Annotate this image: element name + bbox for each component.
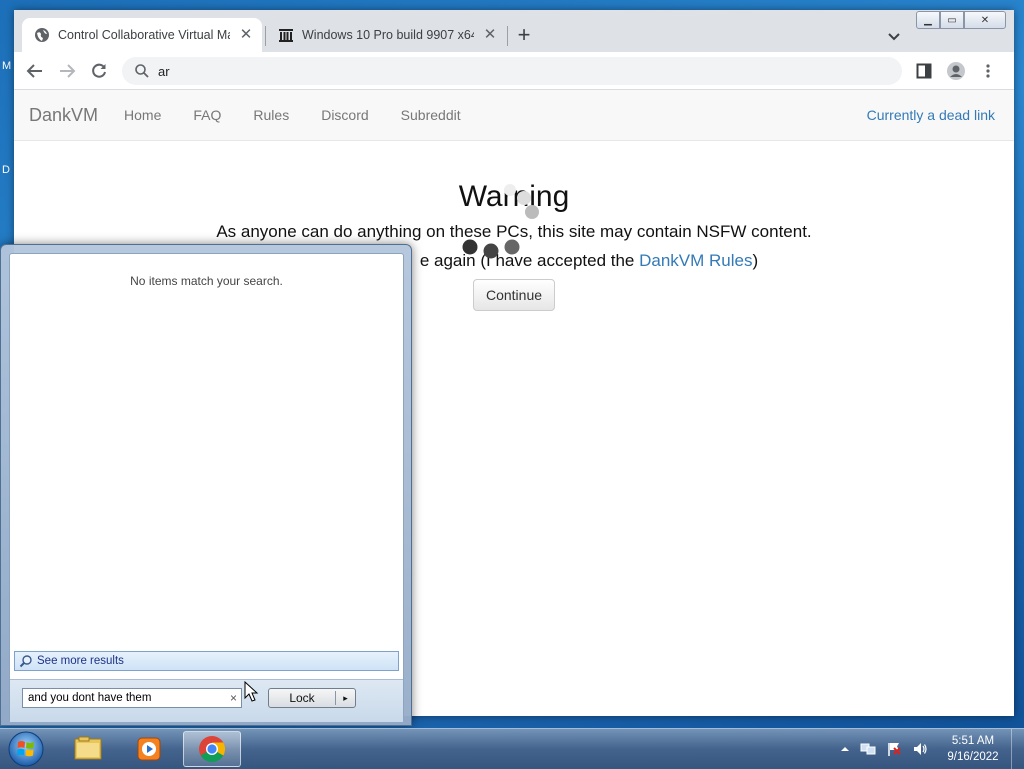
archive-icon bbox=[279, 29, 293, 42]
minimize-button[interactable]: ▁ bbox=[916, 11, 940, 29]
window-controls: ▁ ▭ ✕ bbox=[916, 11, 1008, 29]
lock-button[interactable]: Lock ▸ bbox=[268, 688, 356, 708]
profile-button[interactable] bbox=[943, 58, 969, 84]
desktop-icon-label: D bbox=[2, 164, 10, 176]
show-desktop-button[interactable] bbox=[1011, 729, 1024, 769]
rules-link[interactable]: DankVM Rules bbox=[639, 251, 752, 270]
maximize-button[interactable]: ▭ bbox=[940, 11, 964, 29]
power-options-arrow-icon[interactable]: ▸ bbox=[336, 693, 355, 704]
clear-icon[interactable]: × bbox=[230, 691, 237, 705]
tab-title: Windows 10 Pro build 9907 x64 | bbox=[302, 28, 474, 42]
taskbar-clock[interactable]: 5:51 AM 9/16/2022 bbox=[940, 733, 1006, 765]
network-icon[interactable] bbox=[860, 741, 876, 757]
menu-button[interactable] bbox=[975, 58, 1001, 84]
nav-dead-link[interactable]: Currently a dead link bbox=[867, 107, 995, 123]
chrome-icon bbox=[199, 736, 226, 763]
see-more-label: See more results bbox=[37, 655, 124, 667]
no-results-text: No items match your search. bbox=[130, 274, 283, 288]
search-icon bbox=[135, 64, 149, 78]
taskbar-chrome[interactable] bbox=[183, 731, 241, 767]
start-menu-footer: and you dont have them × Lock ▸ bbox=[10, 679, 403, 722]
start-menu-results: No items match your search. See more res… bbox=[9, 253, 404, 722]
loading-spinner-icon bbox=[462, 184, 539, 259]
tab-divider bbox=[507, 26, 508, 46]
taskbar: 5:51 AM 9/16/2022 bbox=[0, 728, 1024, 769]
mouse-cursor-icon bbox=[244, 681, 259, 702]
see-more-results[interactable]: See more results bbox=[14, 651, 399, 671]
tab-title: Control Collaborative Virtual Ma bbox=[58, 28, 230, 42]
media-player-icon bbox=[137, 737, 161, 761]
action-center-flag-icon[interactable] bbox=[886, 741, 902, 757]
desktop-icon-label: M bbox=[2, 60, 12, 72]
nav-subreddit[interactable]: Subreddit bbox=[385, 107, 477, 123]
close-icon[interactable]: ✕ bbox=[238, 27, 254, 43]
lock-label: Lock bbox=[269, 691, 336, 705]
avatar-icon bbox=[947, 62, 965, 80]
nav-home[interactable]: Home bbox=[108, 107, 177, 123]
taskbar-media-player[interactable] bbox=[120, 731, 178, 767]
close-icon[interactable]: ✕ bbox=[482, 27, 498, 43]
tab-strip: Control Collaborative Virtual Ma ✕ Windo… bbox=[14, 10, 1014, 52]
forward-button[interactable] bbox=[54, 58, 80, 84]
side-panel-button[interactable] bbox=[911, 58, 937, 84]
site-navbar: DankVM Home FAQ Rules Discord Subreddit … bbox=[14, 90, 1014, 141]
clock-time: 5:51 AM bbox=[951, 735, 995, 747]
nav-faq[interactable]: FAQ bbox=[177, 107, 237, 123]
start-orb-icon[interactable] bbox=[6, 730, 46, 768]
browser-toolbar: ar bbox=[14, 52, 1014, 90]
magnifier-icon bbox=[19, 655, 32, 668]
continue-button[interactable]: Continue bbox=[472, 279, 556, 311]
file-explorer-icon bbox=[74, 736, 102, 760]
address-bar[interactable]: ar bbox=[122, 57, 902, 85]
back-button[interactable] bbox=[22, 58, 48, 84]
nav-discord[interactable]: Discord bbox=[305, 107, 384, 123]
side-panel-icon bbox=[916, 63, 932, 79]
address-text: ar bbox=[158, 63, 170, 79]
kebab-menu-icon bbox=[986, 64, 990, 78]
nav-rules[interactable]: Rules bbox=[237, 107, 305, 123]
show-hidden-icons-icon[interactable] bbox=[840, 744, 850, 754]
chevron-down-icon[interactable] bbox=[882, 24, 906, 48]
arrow-right-icon bbox=[60, 64, 76, 78]
start-menu: No items match your search. See more res… bbox=[0, 244, 412, 726]
reload-button[interactable] bbox=[86, 58, 112, 84]
reload-icon bbox=[92, 63, 106, 78]
tab-active[interactable]: Control Collaborative Virtual Ma ✕ bbox=[22, 18, 262, 52]
tab-inactive[interactable]: Windows 10 Pro build 9907 x64 | ✕ bbox=[266, 18, 506, 52]
volume-icon[interactable] bbox=[912, 741, 928, 757]
close-window-button[interactable]: ✕ bbox=[964, 11, 1006, 29]
globe-icon bbox=[35, 28, 49, 42]
taskbar-file-explorer[interactable] bbox=[60, 731, 118, 767]
arrow-left-icon bbox=[26, 64, 42, 78]
clock-date: 9/16/2022 bbox=[947, 751, 999, 763]
site-brand[interactable]: DankVM bbox=[29, 105, 98, 126]
new-tab-button[interactable]: + bbox=[512, 24, 536, 48]
start-search-input[interactable]: and you dont have them × bbox=[22, 688, 242, 708]
system-tray bbox=[840, 733, 940, 765]
search-value: and you dont have them bbox=[28, 692, 152, 704]
agreement-suffix: ) bbox=[752, 251, 759, 270]
